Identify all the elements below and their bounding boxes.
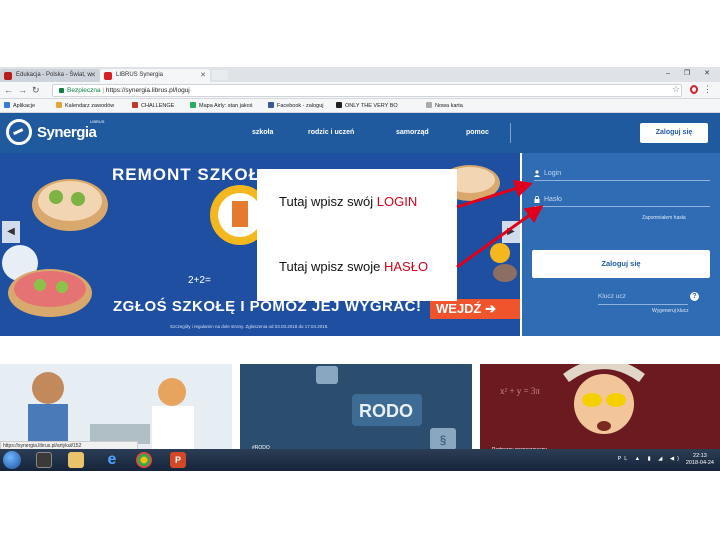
svg-text:x² + y = 3π: x² + y = 3π <box>500 386 540 396</box>
rodo-illustration: RODO § <box>240 364 472 456</box>
logo-text: Synergia <box>37 124 97 141</box>
reload-icon[interactable]: ↻ <box>32 85 40 96</box>
login-submit-button[interactable]: Zaloguj się <box>532 250 710 278</box>
powerpoint-icon[interactable]: P <box>170 452 186 468</box>
login-placeholder: Login <box>544 170 562 177</box>
article-tile-rodo[interactable]: RODO § <box>240 364 472 456</box>
bookmark-star-icon[interactable]: ☆ <box>672 84 680 95</box>
clock-time: 22:13 <box>693 453 707 459</box>
calendar-icon <box>56 102 62 108</box>
windows-taskbar: e P PL ▲ ▮ ◢ ◀) 22:13 2018-04-24 <box>0 449 720 471</box>
bookmark-item[interactable]: Aplikacje <box>4 102 35 109</box>
password-input[interactable]: Hasło <box>534 193 710 207</box>
login-panel: Login Hasło Zapomniałem hasła Zaloguj si… <box>522 153 720 336</box>
synergia-s-icon <box>6 119 32 145</box>
tab-label: Edukacja - Polska - Świat, w <box>16 72 92 78</box>
new-tab-button[interactable] <box>212 70 228 80</box>
forgot-password-link[interactable]: Zapomniałem hasła <box>642 215 686 221</box>
clock[interactable]: 22:13 2018-04-24 <box>686 453 714 467</box>
login-input[interactable]: Login <box>534 167 710 181</box>
start-button-icon[interactable] <box>3 451 21 469</box>
browser-menu-icon[interactable]: ⋮ <box>703 84 712 95</box>
media-player-icon[interactable] <box>36 452 52 468</box>
window-controls[interactable]: – ❐ ✕ <box>666 69 716 77</box>
logo-small-text: LIBRUS <box>90 119 105 124</box>
back-icon[interactable]: ← <box>4 85 13 95</box>
carousel-prev-icon[interactable]: ◀ <box>2 221 20 243</box>
facebook-icon <box>268 102 274 108</box>
login-instruction: Tutaj wpisz swój LOGIN <box>279 194 418 209</box>
bookmark-item[interactable]: Nowa karta <box>426 102 463 109</box>
bookmark-item[interactable]: ONLY THE VERY BO <box>336 102 398 109</box>
bookmark-icon <box>336 102 342 108</box>
nav-divider <box>510 123 511 143</box>
close-tab-icon[interactable]: ✕ <box>200 71 206 79</box>
forward-icon[interactable]: → <box>18 85 27 95</box>
password-instruction: Tutaj wpisz swoje HASŁO <box>279 259 429 274</box>
carousel-next-icon[interactable]: ▶ <box>502 221 520 243</box>
banner-cta-button[interactable]: WEJDŹ ➔ <box>430 299 520 319</box>
page-icon <box>426 102 432 108</box>
article-tile-partner[interactable]: x² + y = 3π <box>480 364 720 456</box>
header-login-button[interactable]: Zaloguj się <box>640 123 708 143</box>
file-explorer-icon[interactable] <box>68 452 84 468</box>
help-icon[interactable]: ? <box>690 292 699 301</box>
nav-item-samorzad[interactable]: samorząd <box>396 129 429 136</box>
lock-icon <box>59 87 64 93</box>
user-icon <box>534 170 540 177</box>
nav-item-pomoc[interactable]: pomoc <box>466 129 489 136</box>
svg-text:2+2=: 2+2= <box>188 275 211 286</box>
nav-item-rodzic[interactable]: rodzic i uczeń <box>308 129 354 136</box>
close-tab-icon[interactable]: ✕ <box>90 71 96 79</box>
instruction-overlay: Tutaj wpisz swój LOGIN Tutaj wpisz swoje… <box>257 169 457 301</box>
rodo-title: RODO <box>359 401 413 421</box>
internet-explorer-icon[interactable]: e <box>104 452 120 468</box>
bookmark-item[interactable]: Facebook - zaloguj <box>268 102 323 109</box>
address-toolbar: ← → ↻ Bezpieczna | https://synergia.libr… <box>0 82 720 99</box>
librus-favicon-icon <box>104 72 112 80</box>
banner-title: REMONT SZKOŁ <box>112 165 260 184</box>
site-header: Synergia LIBRUS szkoła rodzic i uczeń sa… <box>0 113 720 153</box>
nav-item-szkola[interactable]: szkoła <box>252 129 273 136</box>
browser-tab-bar: Edukacja - Polska - Świat, w ✕ LIBRUS Sy… <box>0 67 720 82</box>
challenge-icon <box>132 102 138 108</box>
bookmark-item[interactable]: CHALLENGE <box>132 102 174 109</box>
banner-small-print: Szczegóły i regulamin na dole strony. Zg… <box>170 324 329 329</box>
science-kid-photo: x² + y = 3π <box>480 364 720 456</box>
chrome-icon[interactable] <box>136 452 152 468</box>
lock-icon <box>534 196 540 203</box>
tab-edukacja[interactable]: Edukacja - Polska - Świat, w ✕ <box>0 69 100 82</box>
language-indicator: PL <box>617 456 631 462</box>
url-text: https://synergia.librus.pl/loguj <box>105 87 190 94</box>
bookmark-item[interactable]: Mapa Airly: stan jakoś <box>190 102 253 109</box>
tab-label: LIBRUS Synergia <box>116 72 164 78</box>
screenshot: Edukacja - Polska - Świat, w ✕ LIBRUS Sy… <box>0 67 720 471</box>
synergia-logo[interactable]: Synergia LIBRUS <box>6 119 104 147</box>
generate-key-link[interactable]: Wygeneruj klucz <box>652 308 689 314</box>
apps-grid-icon <box>4 102 10 108</box>
bookmark-item[interactable]: Kalendarz zawodów <box>56 102 114 109</box>
opera-extension-icon[interactable] <box>690 85 698 94</box>
password-placeholder: Hasło <box>544 196 562 203</box>
bookmarks-bar: Aplikacje Kalendarz zawodów CHALLENGE Ma… <box>0 99 720 113</box>
key-input[interactable]: Klucz ucz <box>598 293 688 305</box>
system-tray[interactable]: PL ▲ ▮ ◢ ◀) <box>618 456 682 462</box>
site-favicon-icon <box>4 72 12 80</box>
login-highlight: LOGIN <box>376 194 418 209</box>
paragraph-icon: § <box>440 433 447 447</box>
security-label: Bezpieczna <box>67 87 101 94</box>
map-icon <box>190 102 196 108</box>
tab-librus[interactable]: LIBRUS Synergia ✕ <box>100 69 210 82</box>
url-input[interactable]: Bezpieczna | https://synergia.librus.pl/… <box>52 84 682 97</box>
clock-date: 2018-04-24 <box>685 460 714 466</box>
password-highlight: HASŁO <box>384 259 429 274</box>
